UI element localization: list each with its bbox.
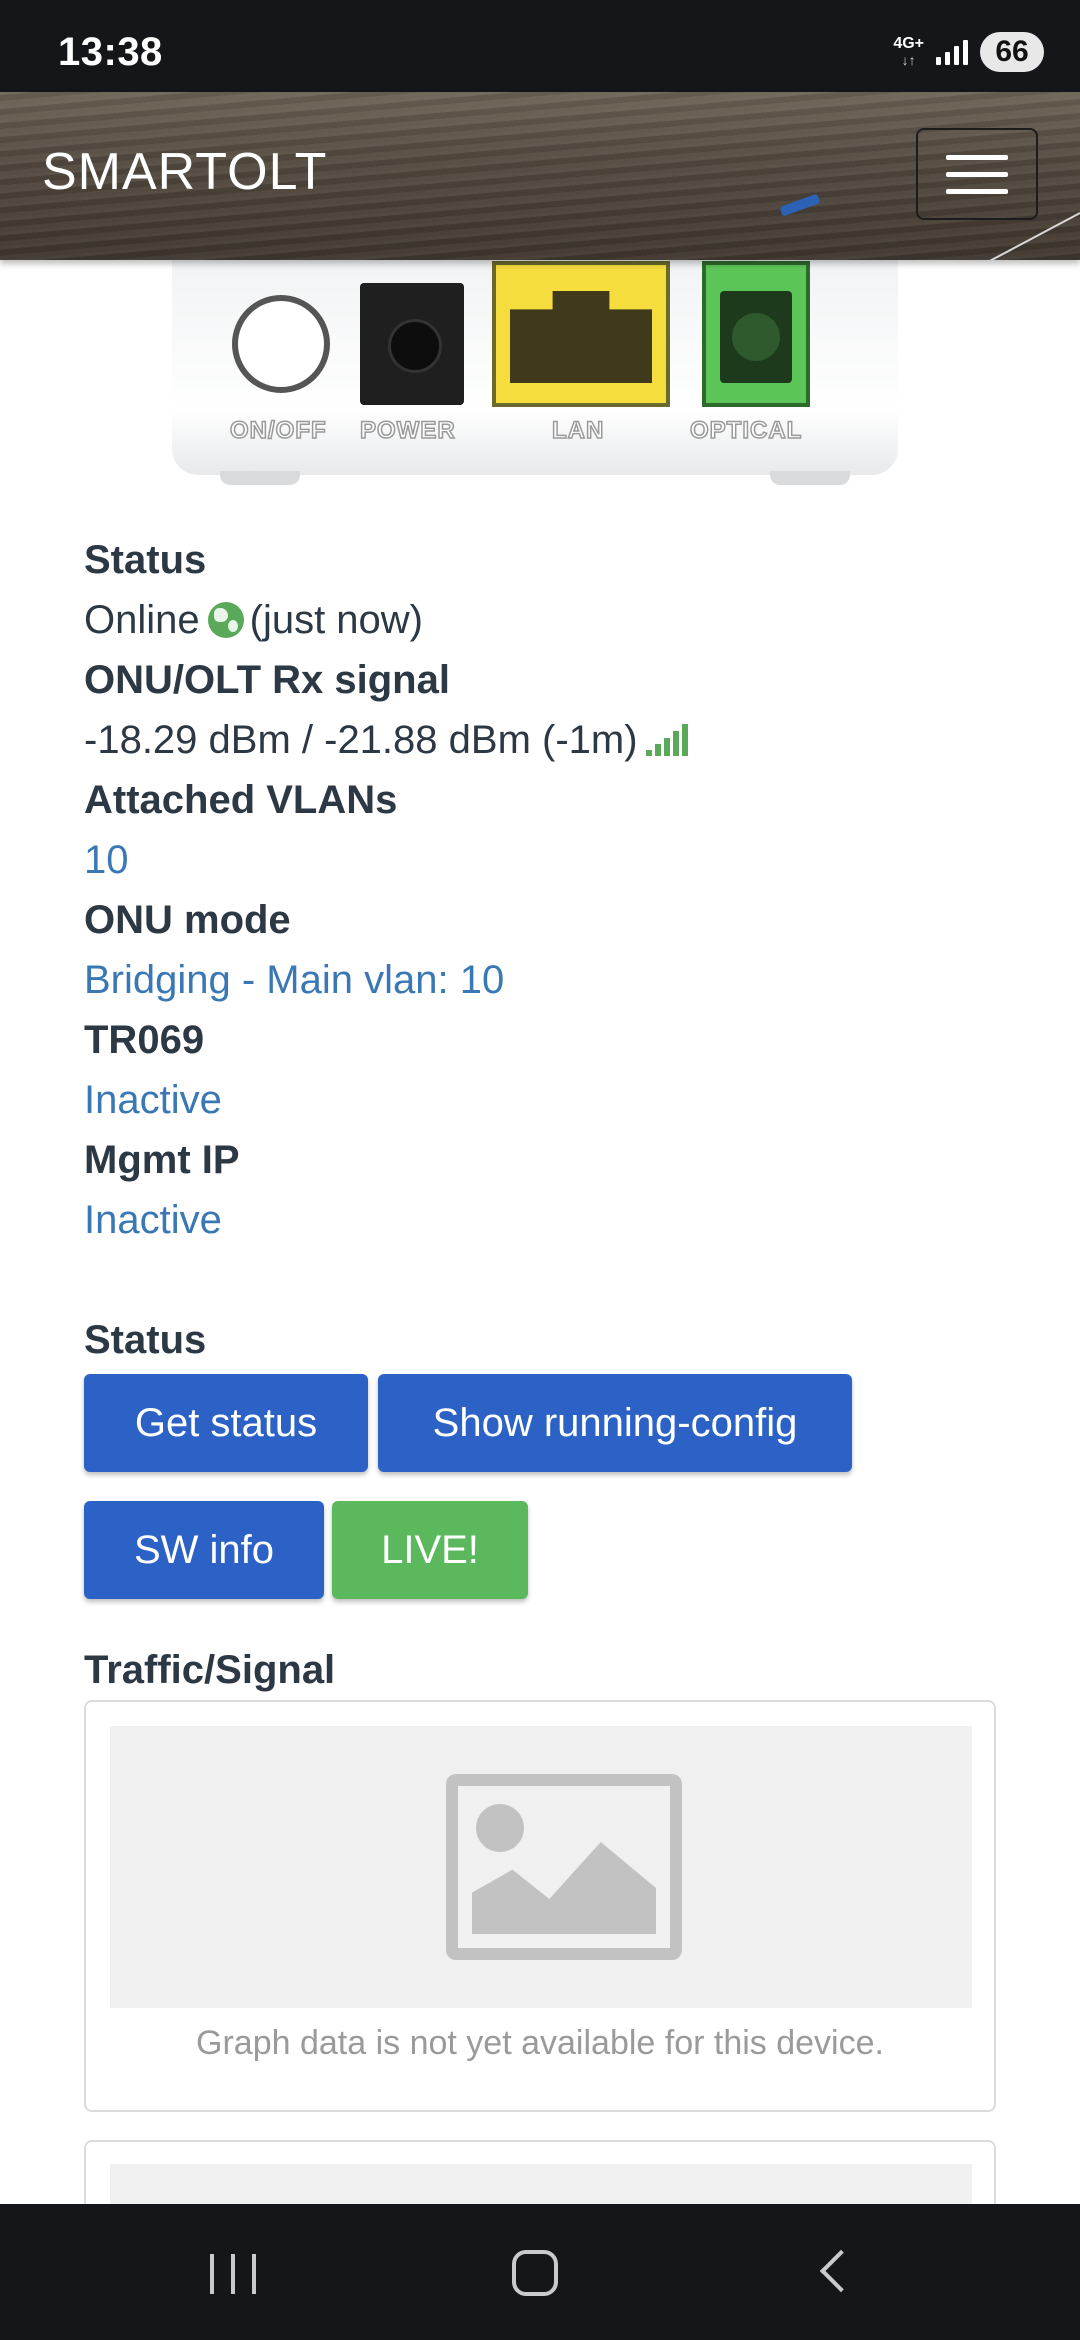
onu-info-list: Status Online (just now) ONU/OLT Rx sign… <box>84 530 1004 1250</box>
brand-logo[interactable]: SMARTOLT <box>42 142 327 202</box>
status-icons: 4G+ ↓↑ 66 <box>893 32 1044 72</box>
lan-port <box>492 261 670 407</box>
globe-icon <box>207 602 244 638</box>
port-label-lan: LAN <box>551 416 605 445</box>
vlans-label: Attached VLANs <box>84 778 398 822</box>
onu-mode-label: ONU mode <box>84 898 291 942</box>
optical-port <box>702 261 810 407</box>
home-icon[interactable] <box>512 2250 558 2296</box>
port-label-optical: OPTICAL <box>689 416 803 445</box>
recent-apps-icon[interactable] <box>210 2254 256 2294</box>
get-status-button[interactable]: Get status <box>84 1374 368 1472</box>
tr069-label: TR069 <box>84 1018 205 1062</box>
traffic-section-title: Traffic/Signal <box>84 1648 336 1692</box>
power-port <box>360 283 464 405</box>
graph-placeholder <box>110 1726 972 2008</box>
mgmt-ip-link[interactable]: Inactive <box>84 1190 1004 1250</box>
show-running-config-button[interactable]: Show running-config <box>378 1374 852 1472</box>
tr069-link[interactable]: Inactive <box>84 1070 1004 1130</box>
rx-signal-value: -18.29 dBm / -21.88 dBm (-1m) <box>84 710 1004 770</box>
status-text: Online <box>84 598 200 642</box>
network-type-icon: 4G+ ↓↑ <box>893 35 924 69</box>
system-status-bar: 13:38 4G+ ↓↑ 66 <box>0 0 1080 92</box>
rx-signal-text: -18.29 dBm / -21.88 dBm (-1m) <box>84 718 638 762</box>
port-label-power: POWER <box>359 416 456 445</box>
data-arrows-icon: ↓↑ <box>901 52 916 68</box>
onoff-port <box>232 295 330 393</box>
traffic-graph-panel: Graph data is not yet available for this… <box>84 1700 996 2112</box>
battery-icon: 66 <box>980 32 1044 72</box>
cell-signal-icon <box>936 39 968 65</box>
status-time: (just now) <box>249 598 424 642</box>
rx-signal-label: ONU/OLT Rx signal <box>84 658 450 702</box>
onu-device-image: ON/OFF POWER LAN OPTICAL <box>160 255 910 485</box>
signal-bars-icon <box>645 724 688 756</box>
port-label-onoff: ON/OFF <box>229 416 327 445</box>
live-button[interactable]: LIVE! <box>332 1501 528 1599</box>
device-foot <box>770 471 850 485</box>
sw-info-button[interactable]: SW info <box>84 1501 324 1599</box>
onu-mode-link[interactable]: Bridging - Main vlan: 10 <box>84 950 1004 1010</box>
network-type-label: 4G+ <box>893 35 924 52</box>
system-navigation-bar <box>0 2204 1080 2340</box>
status-label: Status <box>84 538 207 582</box>
status-value: Online (just now) <box>84 590 1004 650</box>
background-decoration <box>779 193 821 217</box>
mgmt-ip-label: Mgmt IP <box>84 1138 240 1182</box>
image-placeholder-icon <box>446 1774 682 1960</box>
status-section-title: Status <box>84 1318 207 1362</box>
vlans-value-link[interactable]: 10 <box>84 830 1004 890</box>
hamburger-menu-icon[interactable] <box>916 128 1038 220</box>
graph-unavailable-caption: Graph data is not yet available for this… <box>196 2024 884 2062</box>
clock: 13:38 <box>58 30 163 74</box>
back-icon[interactable] <box>819 2249 863 2293</box>
device-foot <box>220 471 300 485</box>
